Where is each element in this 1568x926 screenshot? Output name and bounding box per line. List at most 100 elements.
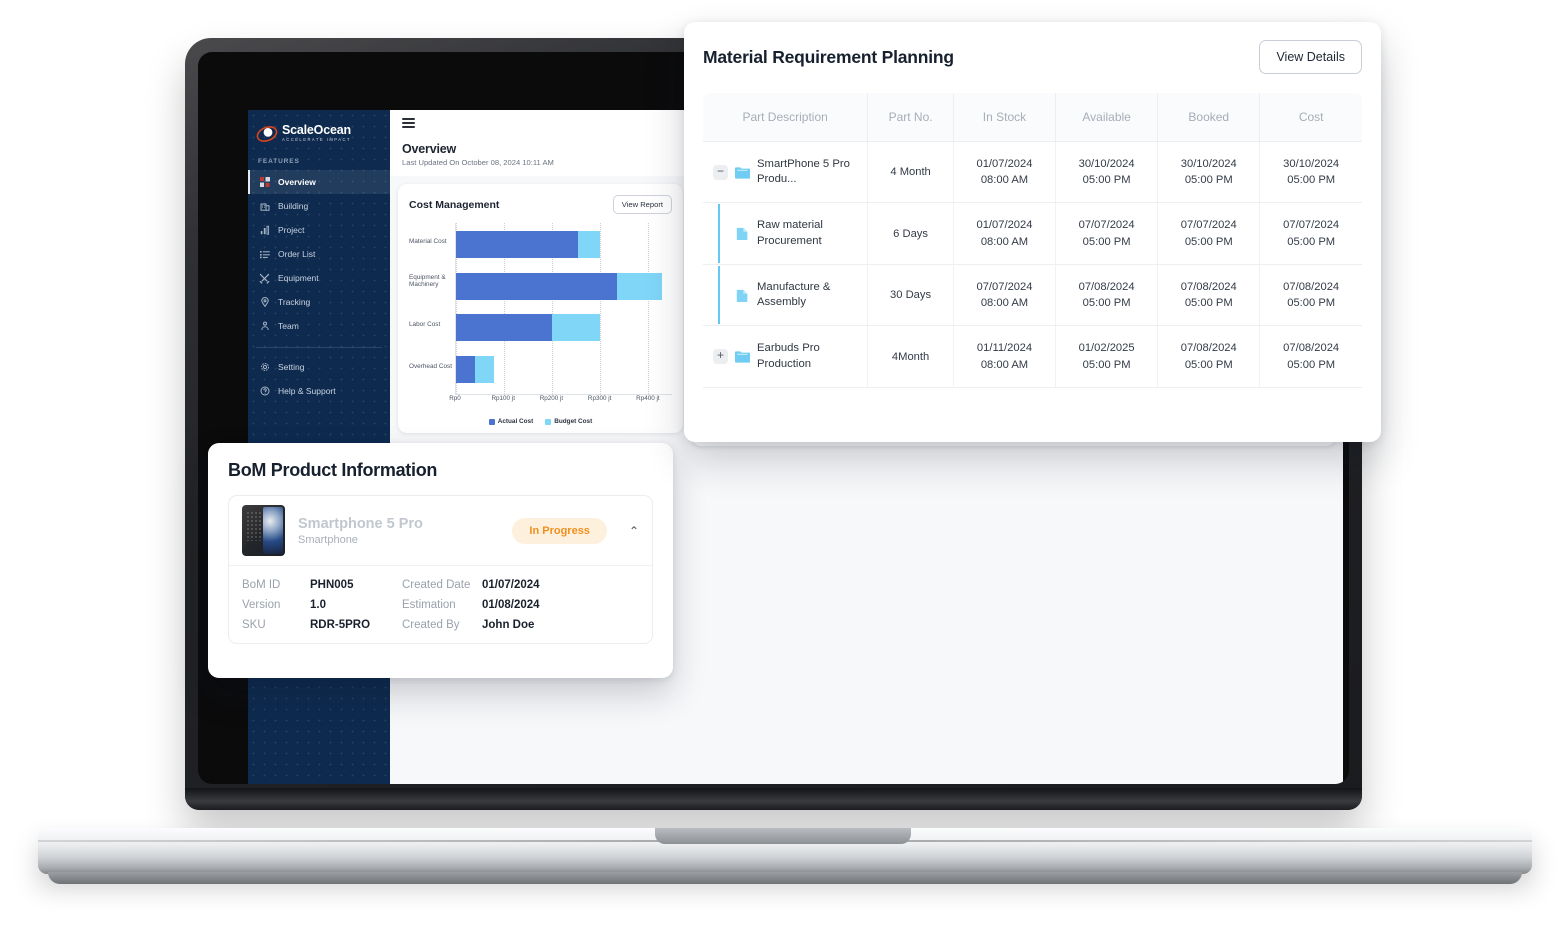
chart-bar [456, 272, 672, 300]
scaleocean-logo-icon [256, 125, 278, 142]
file-icon [736, 289, 748, 302]
view-report-button[interactable]: View Report [612, 195, 672, 214]
row-toggle-expanded[interactable]: − [713, 164, 728, 180]
chart-bar-budget [552, 314, 600, 341]
sidebar-item-label: Setting [278, 362, 305, 373]
building-icon [259, 201, 270, 212]
table-cell: 6 Days [867, 202, 954, 265]
sidebar-divider [256, 347, 382, 349]
table-cell: 07/08/2024 05:00 PM [1157, 264, 1261, 327]
sidebar-item-tracking[interactable]: Tracking [248, 290, 390, 314]
sidebar-item-label: Equipment [278, 273, 319, 284]
table-row[interactable]: Raw material Procurement 6 Days 01/07/2024… [703, 202, 1362, 265]
table-row[interactable]: − SmartPhone 5 Pro Produ... 4 Month 01/07/2… [703, 141, 1362, 204]
tools-icon [259, 273, 270, 284]
table-cell: 30 Days [867, 264, 954, 327]
chart-bar-actual [456, 314, 552, 341]
app-logo: ScaleOcean ACCELERATE IMPACT [248, 110, 390, 142]
sidebar-item-label: Team [278, 321, 299, 332]
table-cell: 07/08/2024 05:00 PM [1259, 264, 1362, 327]
chart-bar-actual [456, 231, 579, 258]
legend-swatch [545, 418, 552, 425]
column-header: Booked [1157, 93, 1261, 142]
table-cell-part-description: Manufacture & Assembly [703, 264, 869, 327]
table-cell-part-description: Raw material Procurement [703, 202, 869, 265]
legend-swatch [488, 418, 495, 425]
column-header: Part Description [703, 93, 869, 142]
view-details-button[interactable]: View Details [1259, 40, 1362, 74]
column-header: Cost [1259, 93, 1362, 142]
table-cell: 01/07/2024 08:00 AM [953, 202, 1057, 265]
hamburger-icon[interactable] [402, 118, 415, 128]
info-value: John Doe [482, 619, 535, 631]
sidebar-item-building[interactable]: Building [248, 194, 390, 218]
status-badge-in-progress: In Progress [512, 517, 607, 544]
chart-bar-actual [456, 272, 617, 300]
question-circle-icon [259, 386, 270, 397]
sidebar-item-equipment[interactable]: Equipment [248, 266, 390, 290]
info-key: Estimation [402, 599, 456, 611]
sidebar-item-label: Building [278, 201, 309, 212]
laptop-base-notch [655, 828, 911, 844]
smartphone-image [242, 505, 285, 556]
info-key: Created Date [402, 579, 471, 591]
sidebar-item-project[interactable]: Project [248, 218, 390, 242]
table-cell: 01/07/2024 08:00 AM [953, 141, 1057, 204]
chevron-up-icon[interactable]: ⌃ [629, 524, 639, 538]
legend-label: Actual Cost [497, 418, 534, 425]
product-name: Smartphone 5 Pro [298, 515, 423, 532]
sidebar-item-help-support[interactable]: Help & Support [248, 379, 390, 403]
sidebar-item-label: Tracking [278, 297, 311, 308]
sidebar-item-label: Project [278, 225, 305, 236]
logo-name: ScaleOcean [282, 123, 351, 137]
info-value: 01/07/2024 [482, 579, 540, 591]
row-toggle-collapsed[interactable]: + [713, 349, 728, 365]
chart-y-axis-labels: Material Cost Equipment & Machinery Labor … [409, 223, 455, 395]
part-description-label: Earbuds Pro Production [757, 342, 820, 370]
screenshot-root: ScaleOcean ACCELERATE IMPACT FEATURES Ov… [0, 0, 1568, 926]
part-description-label: Raw material Procurement [757, 219, 823, 247]
chart-bar [456, 355, 672, 383]
cost-management-title: Cost Management [409, 198, 500, 211]
table-cell: 30/10/2024 05:00 PM [1259, 141, 1362, 204]
table-cell: 07/07/2024 08:00 AM [953, 264, 1057, 327]
table-header-row: Part Description Part No. In Stock Availabl… [703, 93, 1362, 142]
chart-legend: Actual Cost Budget Cost [409, 418, 672, 425]
table-body: − SmartPhone 5 Pro Produ... 4 Month 01/07/2… [703, 141, 1362, 388]
table-cell: 07/07/2024 05:00 PM [1055, 202, 1159, 265]
bar-chart-icon [259, 225, 270, 236]
chart-y-tick-label: Overhead Cost [409, 362, 452, 370]
folder-icon [735, 351, 750, 363]
product-info-grid: BoM ID PHN005 Created Date 01/07/2024 Versio… [229, 566, 652, 643]
chart-bar-actual [456, 355, 476, 383]
sidebar-item-label: Help & Support [278, 386, 336, 397]
info-value: RDR-5PRO [310, 619, 371, 631]
table-cell: 4Month [867, 325, 954, 388]
table-cell-part-description: − SmartPhone 5 Pro Produ... [703, 141, 869, 204]
table-row[interactable]: + Earbuds Pro Production 4Month 01/11/2024 0… [703, 325, 1362, 388]
sidebar-item-order-list[interactable]: Order List [248, 242, 390, 266]
laptop-base-foot [48, 872, 1522, 884]
chart-x-tick-label: Rp100 jt [491, 395, 515, 402]
sidebar-item-overview[interactable]: Overview [248, 170, 390, 195]
column-header: Available [1055, 93, 1159, 142]
bom-product-information-title: BoM Product Information [228, 460, 438, 480]
chart-bar [456, 314, 672, 341]
grid-icon [259, 177, 270, 188]
tree-guide-line [718, 204, 720, 263]
sidebar-item-setting[interactable]: Setting [248, 355, 390, 379]
cost-management-card: Cost Management View Report Material Cos… [398, 184, 683, 433]
folder-icon [735, 167, 750, 179]
table-cell: 01/02/2025 05:00 PM [1055, 325, 1159, 388]
column-header: In Stock [953, 93, 1057, 142]
chart-y-tick-label: Equipment & Machinery [409, 273, 446, 289]
table-cell-part-description: + Earbuds Pro Production [703, 325, 869, 388]
sidebar-item-team[interactable]: Team [248, 314, 390, 338]
chart-legend-item: Actual Cost [488, 418, 534, 425]
chart-x-tick-label: Rp400 jt [636, 395, 660, 402]
chart-bar [456, 231, 672, 258]
product-category: Smartphone [298, 533, 358, 546]
table-row[interactable]: Manufacture & Assembly 30 Days 07/07/2024 0… [703, 264, 1362, 327]
table-cell: 30/10/2024 05:00 PM [1157, 141, 1261, 204]
mrp-header: Material Requirement Planning View Detai… [703, 40, 1362, 74]
